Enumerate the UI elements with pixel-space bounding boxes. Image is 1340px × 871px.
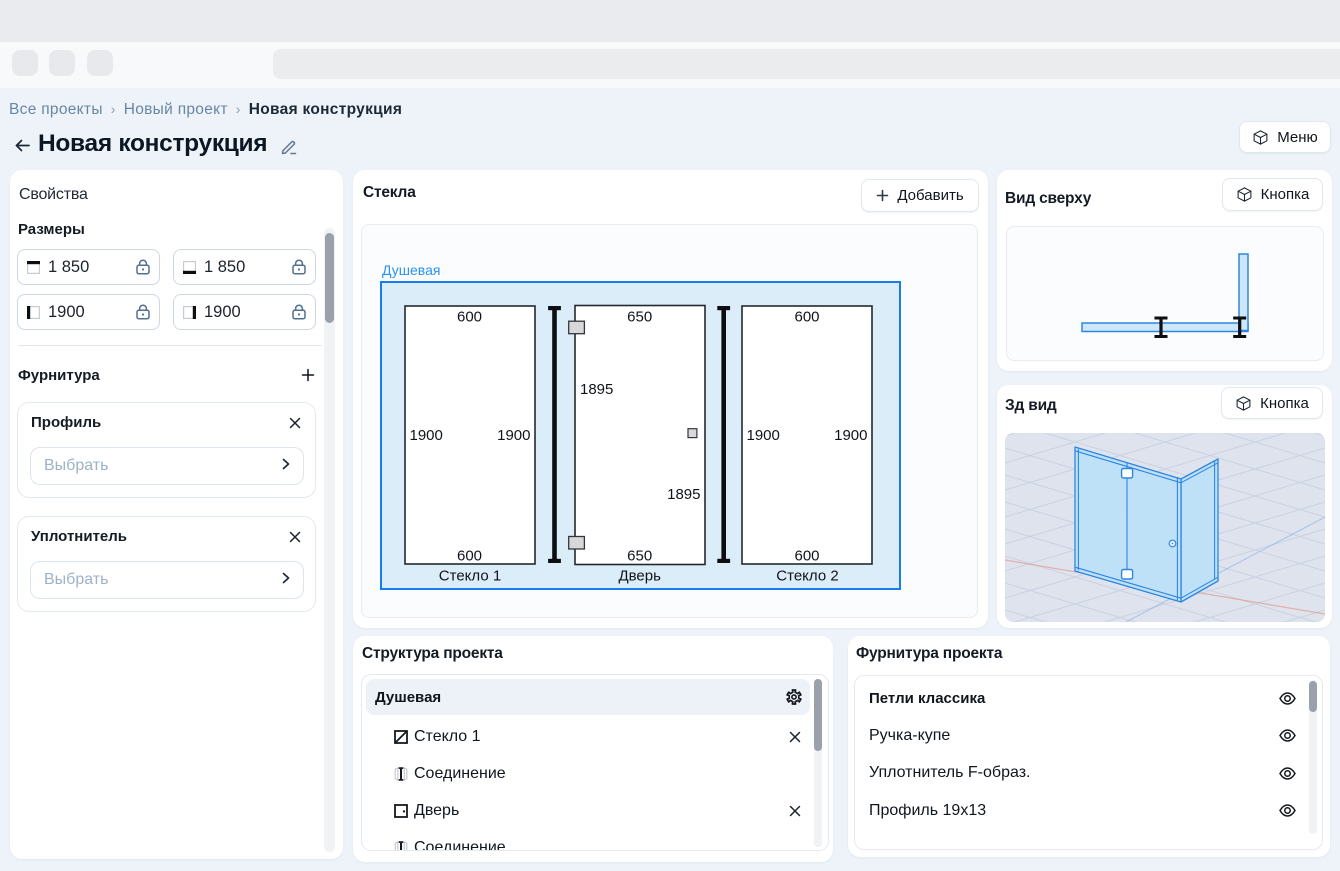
svg-text:1895: 1895 [580, 381, 613, 398]
svg-text:1900: 1900 [410, 427, 443, 444]
svg-text:600: 600 [457, 309, 482, 326]
svg-text:Душевая: Душевая [382, 262, 440, 278]
svg-text:600: 600 [457, 548, 482, 565]
svg-text:650: 650 [627, 309, 652, 326]
svg-text:600: 600 [794, 309, 819, 326]
svg-text:600: 600 [794, 548, 819, 565]
svg-text:1895: 1895 [667, 486, 700, 503]
svg-text:1900: 1900 [747, 427, 780, 444]
svg-text:1900: 1900 [834, 427, 867, 444]
svg-text:1900: 1900 [497, 427, 530, 444]
svg-text:650: 650 [627, 548, 652, 565]
svg-text:Стекло 2: Стекло 2 [776, 568, 838, 585]
svg-text:Дверь: Дверь [618, 568, 661, 585]
svg-text:Стекло 1: Стекло 1 [439, 568, 501, 585]
